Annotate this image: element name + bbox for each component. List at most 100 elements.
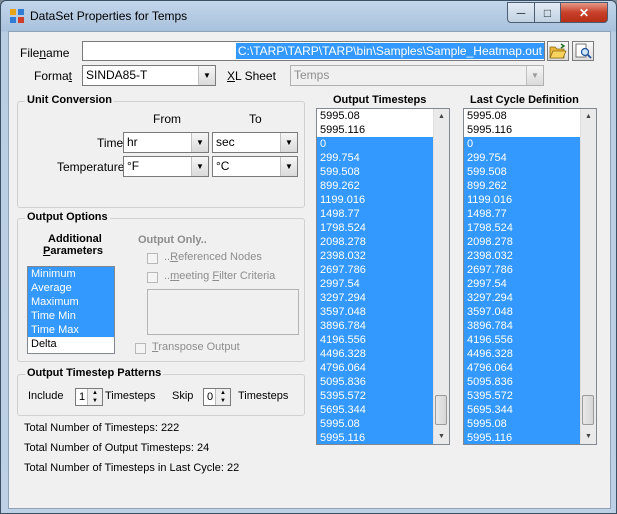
output-timestep-item[interactable]: 3896.784 <box>317 319 434 333</box>
output-timestep-item[interactable]: 899.262 <box>317 179 434 193</box>
temperature-from-select[interactable]: °F ▼ <box>123 156 209 177</box>
last-cycle-item[interactable]: 2398.032 <box>464 249 581 263</box>
scroll-thumb[interactable] <box>582 395 594 425</box>
transpose-output-checkbox[interactable] <box>135 343 146 354</box>
output-timestep-item[interactable]: 4796.064 <box>317 361 434 375</box>
output-options-group: Output Options Additional Parameters Min… <box>17 211 305 362</box>
parameter-list-item[interactable]: Delta <box>28 337 114 351</box>
minimize-button[interactable]: ─ <box>507 2 535 23</box>
include-spinner[interactable]: 1 ▲ ▼ <box>75 388 103 406</box>
output-timestep-item[interactable]: 599.508 <box>317 165 434 179</box>
from-header: From <box>153 112 181 126</box>
last-cycle-item[interactable]: 3597.048 <box>464 305 581 319</box>
output-timestep-item[interactable]: 5095.836 <box>317 375 434 389</box>
last-cycle-scrollbar[interactable]: ▲ ▼ <box>580 109 596 444</box>
output-timestep-item[interactable]: 3297.294 <box>317 291 434 305</box>
skip-spinner[interactable]: 0 ▲ ▼ <box>203 388 231 406</box>
last-cycle-item[interactable]: 2098.278 <box>464 235 581 249</box>
output-timestep-item[interactable]: 5695.344 <box>317 403 434 417</box>
timestep-patterns-group: Output Timestep Patterns Include 1 ▲ ▼ Ti… <box>17 367 305 416</box>
output-only-label: Output Only.. <box>138 234 207 246</box>
maximize-button[interactable]: □ <box>534 2 561 23</box>
spin-up-icon[interactable]: ▲ <box>216 389 230 397</box>
scroll-down-icon[interactable]: ▼ <box>434 429 449 444</box>
scroll-down-icon[interactable]: ▼ <box>581 429 596 444</box>
time-from-select[interactable]: hr ▼ <box>123 132 209 153</box>
time-to-select[interactable]: sec ▼ <box>212 132 298 153</box>
referenced-nodes-checkbox[interactable] <box>147 253 158 264</box>
parameters-listbox[interactable]: Minimum Average Maximum Time Min Time Max Del… <box>27 266 115 354</box>
output-timestep-item[interactable]: 5995.08 <box>317 109 434 123</box>
spin-down-icon[interactable]: ▼ <box>216 397 230 405</box>
format-select[interactable]: SINDA85-T ▼ <box>82 65 216 86</box>
filter-criteria-checkbox[interactable] <box>147 272 158 283</box>
last-cycle-item[interactable]: 4496.328 <box>464 347 581 361</box>
parameter-list-item[interactable]: Time Min <box>28 309 114 323</box>
temperature-to-select[interactable]: °C ▼ <box>212 156 298 177</box>
output-timestep-item[interactable]: 2697.786 <box>317 263 434 277</box>
parameter-list-item[interactable]: Average <box>28 281 114 295</box>
last-cycle-listbox[interactable]: 5995.08 5995.116 0 299.754 599.508 899.262 119… <box>463 108 597 445</box>
output-timestep-item[interactable]: 3597.048 <box>317 305 434 319</box>
parameter-list-item[interactable]: Maximum <box>28 295 114 309</box>
last-cycle-item[interactable]: 5995.08 <box>464 417 581 431</box>
output-timestep-item[interactable]: 1498.77 <box>317 207 434 221</box>
include-value: 1 <box>79 391 86 403</box>
last-cycle-item[interactable]: 5995.116 <box>464 123 581 137</box>
last-cycle-item[interactable]: 5695.344 <box>464 403 581 417</box>
last-cycle-item[interactable]: 0 <box>464 137 581 151</box>
parameter-list-item[interactable]: Time Max <box>28 323 114 337</box>
last-cycle-item[interactable]: 1498.77 <box>464 207 581 221</box>
last-cycle-item[interactable]: 4796.064 <box>464 361 581 375</box>
time-to-value: sec <box>216 135 235 149</box>
output-timestep-item[interactable]: 1199.016 <box>317 193 434 207</box>
output-timestep-item[interactable]: 4196.556 <box>317 333 434 347</box>
to-header: To <box>249 112 262 126</box>
filename-field[interactable]: C:\TARP\TARP\TARP\bin\Samples\Sample_Hea… <box>82 41 545 61</box>
output-timesteps-scrollbar[interactable]: ▲ ▼ <box>433 109 449 444</box>
last-cycle-item[interactable]: 3896.784 <box>464 319 581 333</box>
last-cycle-item[interactable]: 4196.556 <box>464 333 581 347</box>
spin-up-icon[interactable]: ▲ <box>88 389 102 397</box>
parameter-list-item[interactable]: Minimum <box>28 267 114 281</box>
output-timestep-item[interactable]: 299.754 <box>317 151 434 165</box>
last-cycle-item[interactable]: 5095.836 <box>464 375 581 389</box>
last-cycle-item[interactable]: 299.754 <box>464 151 581 165</box>
last-cycle-item[interactable]: 5995.08 <box>464 109 581 123</box>
skip-value: 0 <box>207 391 214 403</box>
parameters-label: Parameters <box>43 245 103 257</box>
spin-down-icon[interactable]: ▼ <box>88 397 102 405</box>
last-cycle-item[interactable]: 2997.54 <box>464 277 581 291</box>
preview-button[interactable] <box>572 41 594 61</box>
output-timestep-item[interactable]: 1798.524 <box>317 221 434 235</box>
output-timestep-item[interactable]: 2398.032 <box>317 249 434 263</box>
temperature-from-value: °F <box>127 159 140 173</box>
last-cycle-item[interactable]: 3297.294 <box>464 291 581 305</box>
last-cycle-item[interactable]: 899.262 <box>464 179 581 193</box>
output-timestep-item[interactable]: 5995.116 <box>317 123 434 137</box>
scroll-thumb[interactable] <box>435 395 447 425</box>
close-icon: ✕ <box>578 5 590 20</box>
output-timestep-item[interactable]: 5395.572 <box>317 389 434 403</box>
last-cycle-item[interactable]: 2697.786 <box>464 263 581 277</box>
scroll-up-icon[interactable]: ▲ <box>581 109 596 124</box>
open-folder-button[interactable] <box>547 41 569 61</box>
last-cycle-item[interactable]: 5995.116 <box>464 431 581 444</box>
title-bar[interactable]: DataSet Properties for Temps ─ □ ✕ <box>1 1 616 31</box>
output-timestep-item[interactable]: 5995.116 <box>317 431 434 444</box>
chevron-down-icon: ▼ <box>191 157 208 176</box>
output-timestep-item[interactable]: 4496.328 <box>317 347 434 361</box>
output-timestep-item[interactable]: 2098.278 <box>317 235 434 249</box>
close-button[interactable]: ✕ <box>560 2 608 23</box>
output-timestep-item[interactable]: 0 <box>317 137 434 151</box>
output-timestep-item[interactable]: 2997.54 <box>317 277 434 291</box>
skip-spinner-buttons[interactable]: ▲ ▼ <box>215 389 230 405</box>
output-timesteps-listbox[interactable]: 5995.08 5995.116 0 299.754 599.508 899.262 119… <box>316 108 450 445</box>
last-cycle-item[interactable]: 599.508 <box>464 165 581 179</box>
output-timestep-item[interactable]: 5995.08 <box>317 417 434 431</box>
include-spinner-buttons[interactable]: ▲ ▼ <box>87 389 102 405</box>
scroll-up-icon[interactable]: ▲ <box>434 109 449 124</box>
last-cycle-item[interactable]: 5395.572 <box>464 389 581 403</box>
last-cycle-item[interactable]: 1798.524 <box>464 221 581 235</box>
last-cycle-item[interactable]: 1199.016 <box>464 193 581 207</box>
